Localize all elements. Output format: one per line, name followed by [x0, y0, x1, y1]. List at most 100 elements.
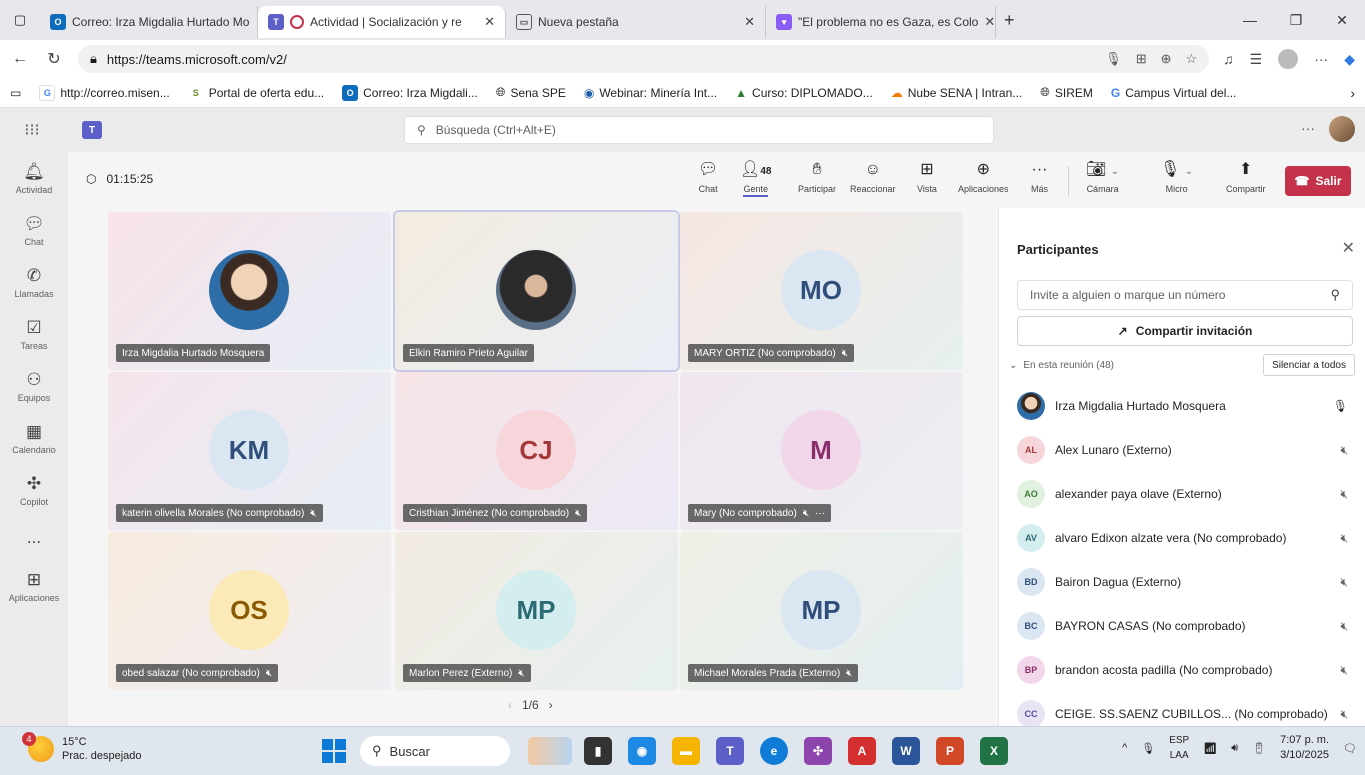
video-tile[interactable]: Irza Migdalia Hurtado Mosquera: [108, 212, 391, 370]
new-tab-button[interactable]: +: [1004, 10, 1015, 31]
close-icon[interactable]: ✕: [984, 14, 995, 30]
favorite-item[interactable]: 🌐︎ SIREM: [1040, 85, 1093, 100]
battery-icon[interactable]: 🔋︎: [1252, 742, 1266, 755]
video-tile[interactable]: KM katerin olivella Morales (No comproba…: [108, 372, 391, 530]
edge-icon[interactable]: e: [760, 737, 788, 765]
favorite-item[interactable]: ◉ Webinar: Minería Int...: [584, 86, 717, 100]
participant-row[interactable]: BD Bairon Dagua (Externo) 🔇︎: [999, 560, 1365, 604]
video-tile[interactable]: Elkin Ramiro Prieto Aguilar: [393, 210, 680, 372]
section-header[interactable]: ⌄ En esta reunión (48): [1009, 360, 1114, 371]
weather-widget[interactable]: 4 15°C Prac. despejado: [22, 732, 142, 763]
close-icon[interactable]: ✕: [744, 14, 755, 30]
favorites-icon[interactable]: ☰: [1250, 51, 1263, 68]
rail-item-actividad[interactable]: 🔔︎ Actividad: [0, 152, 68, 204]
search-input[interactable]: ⚲ Búsqueda (Ctrl+Alt+E): [404, 116, 994, 144]
avatar[interactable]: [1329, 116, 1355, 142]
favorite-item[interactable]: O Correo: Irza Migdali...: [342, 84, 478, 101]
video-tile[interactable]: CJ Cristhian Jiménez (No comprobado) 🔇︎: [395, 372, 678, 530]
rail-item-tareas[interactable]: ☑ Tareas: [0, 308, 68, 360]
powerpoint-icon[interactable]: P: [936, 737, 964, 765]
participant-row[interactable]: AO alexander paya olave (Externo) 🔇︎: [999, 472, 1365, 516]
more-icon[interactable]: ···: [1301, 120, 1315, 136]
restore-icon[interactable]: ❐: [1273, 12, 1319, 29]
extension-icon[interactable]: ♫: [1223, 51, 1234, 67]
close-icon[interactable]: ✕: [1342, 238, 1355, 258]
more-icon[interactable]: ···: [815, 508, 825, 519]
video-tile[interactable]: MP Michael Morales Prada (Externo) 🔇︎: [680, 532, 963, 690]
video-tile[interactable]: M Mary (No comprobado) 🔇︎ ···: [680, 372, 963, 530]
rail-item-more[interactable]: ...: [0, 516, 68, 560]
control-share[interactable]: ⬆ Compartir: [1226, 160, 1266, 194]
acrobat-icon[interactable]: A: [848, 737, 876, 765]
teams-icon[interactable]: T: [716, 737, 744, 765]
sidebar-toggle-icon[interactable]: ▭: [10, 86, 21, 100]
start-button[interactable]: [322, 739, 346, 763]
favorite-item[interactable]: Ghttp://correo.misen...: [39, 84, 170, 101]
mute-all-button[interactable]: Silenciar a todos: [1263, 354, 1355, 376]
notifications-icon[interactable]: 🗨︎: [1343, 742, 1357, 755]
chrome-icon[interactable]: ◉: [628, 737, 656, 765]
tab-news[interactable]: ♥ "El problema no es Gaza, es Colo ✕: [766, 6, 996, 38]
excel-icon[interactable]: X: [980, 737, 1008, 765]
participant-row[interactable]: BP brandon acosta padilla (No comprobado…: [999, 648, 1365, 692]
control-apps[interactable]: ⊕ Aplicaciones: [958, 160, 1009, 194]
participant-row[interactable]: BC BAYRON CASAS (No comprobado) 🔇︎: [999, 604, 1365, 648]
control-view[interactable]: ⊞ Vista: [917, 160, 937, 194]
video-tile[interactable]: MO MARY ORTIZ (No comprobado) 🔇︎: [680, 212, 963, 370]
volume-icon[interactable]: 🔊︎: [1231, 742, 1238, 755]
mic-icon[interactable]: 🎙︎: [1141, 742, 1155, 755]
rail-item-calendario[interactable]: ▦ Calendario: [0, 412, 68, 464]
invite-input[interactable]: Invite a alguien o marque un número ⚲: [1017, 280, 1353, 310]
tab-new[interactable]: ▭ Nueva pestaña ✕: [506, 6, 766, 38]
word-icon[interactable]: W: [892, 737, 920, 765]
copilot-icon[interactable]: ✣: [804, 737, 832, 765]
close-icon[interactable]: ✕: [484, 14, 495, 30]
back-icon[interactable]: ←: [10, 50, 30, 68]
participant-row[interactable]: AV alvaro Edixon alzate vera (No comprob…: [999, 516, 1365, 560]
video-tile[interactable]: MP Marlon Perez (Externo) 🔇︎: [395, 532, 678, 690]
favorite-item[interactable]: S Portal de oferta edu...: [187, 84, 324, 101]
control-mic[interactable]: 🎙︎ ⌄ Micro: [1160, 160, 1193, 194]
refresh-icon[interactable]: ↻: [44, 49, 64, 69]
favorite-item[interactable]: ▲ Curso: DIPLOMADO...: [735, 86, 873, 100]
tab-teams[interactable]: T Actividad | Socialización y re ✕: [258, 6, 506, 38]
mic-icon[interactable]: 🎙︎: [1105, 51, 1122, 67]
rail-item-chat[interactable]: 💬︎ Chat: [0, 204, 68, 256]
app-launcher-icon[interactable]: ⁝⁝⁝: [12, 120, 52, 140]
close-window-icon[interactable]: ✕: [1319, 12, 1365, 29]
wifi-icon[interactable]: 📶︎: [1203, 742, 1217, 755]
file-explorer-icon[interactable]: ▬: [672, 737, 700, 765]
control-camera[interactable]: 📷︎ ⌄ Cámara: [1086, 160, 1119, 194]
chevron-left-icon[interactable]: ‹: [508, 698, 512, 712]
rail-item-equipos[interactable]: ⚇ Equipos: [0, 360, 68, 412]
zoom-icon[interactable]: ⊕: [1161, 51, 1172, 67]
favorite-star-icon[interactable]: ☆: [1186, 51, 1198, 67]
control-chat[interactable]: 💬︎ Chat: [698, 160, 718, 194]
leave-button[interactable]: ☎ Salir: [1285, 166, 1351, 196]
app-available-icon[interactable]: ⊞: [1136, 51, 1147, 67]
taskbar-search[interactable]: ⚲ Buscar: [360, 736, 510, 766]
favorite-item[interactable]: G Campus Virtual del...: [1111, 86, 1237, 100]
share-invite-button[interactable]: ↗ Compartir invitación: [1017, 316, 1353, 346]
rail-item-aplicaciones[interactable]: ⊞ Aplicaciones: [0, 560, 68, 612]
profile-icon[interactable]: [1278, 49, 1299, 69]
control-people[interactable]: 👤︎48 Gente: [740, 160, 771, 197]
url-field[interactable]: 🔒︎ https://teams.microsoft.com/v2/ 🎙︎ ⊞ …: [78, 45, 1210, 73]
rail-item-copilot[interactable]: ✣ Copilot: [0, 464, 68, 516]
participant-row[interactable]: AL Alex Lunaro (Externo) 🔇︎: [999, 428, 1365, 472]
more-icon[interactable]: ···: [1314, 51, 1328, 67]
rail-item-llamadas[interactable]: ✆ Llamadas: [0, 256, 68, 308]
language-indicator[interactable]: ESP LAA: [1169, 733, 1189, 763]
chevron-up-icon[interactable]: ^: [1122, 742, 1127, 754]
chevron-right-icon[interactable]: ›: [549, 698, 553, 712]
control-more[interactable]: ··· Más: [1031, 160, 1048, 194]
task-view-icon[interactable]: ▮: [584, 737, 612, 765]
copilot-browser-icon[interactable]: ◆: [1344, 51, 1355, 68]
widget-icon[interactable]: [528, 737, 572, 765]
control-raise-hand[interactable]: ✋︎ Participar: [798, 160, 836, 194]
video-tile[interactable]: OS obed salazar (No comprobado) 🔇︎: [108, 532, 391, 690]
minimize-icon[interactable]: —: [1227, 12, 1273, 28]
favorite-item[interactable]: ☁ Nube SENA | Intran...: [891, 86, 1023, 100]
tab-actions-icon[interactable]: ▢: [0, 12, 40, 28]
control-react[interactable]: ☺ Reaccionar: [850, 160, 896, 194]
